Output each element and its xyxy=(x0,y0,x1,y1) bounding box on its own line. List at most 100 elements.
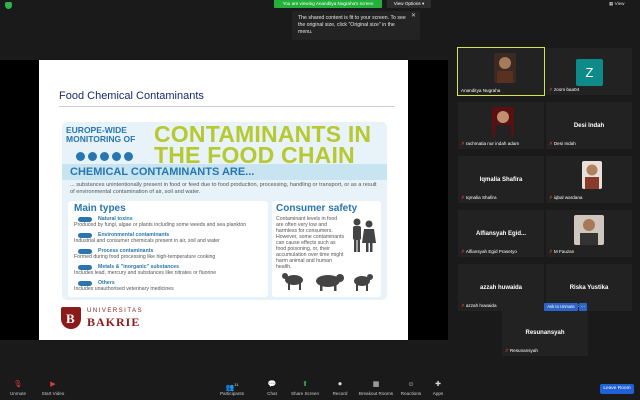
muted-mic-icon: ✗ xyxy=(549,141,553,146)
apps-label: Apps xyxy=(432,391,444,396)
main-types-panel: Main types Natural toxins Produced by fu… xyxy=(68,201,268,297)
unmute-button[interactable]: 🎙 Unmute xyxy=(4,376,32,400)
consumer-safety-panel: Consumer safety Contaminant levels in fo… xyxy=(272,201,381,297)
main-type-text: Produced by fungi, algae or plants inclu… xyxy=(74,221,247,228)
reactions-button[interactable]: ☺ Reactions xyxy=(398,376,424,400)
video-off-icon: ▶ xyxy=(50,381,56,388)
breakout-rooms-label: Breakout Rooms xyxy=(358,391,394,396)
participant-name: Ananditya Nugraha xyxy=(461,88,501,93)
chat-button[interactable]: 💬 Chat xyxy=(262,376,282,400)
participant-name: Alfiansyah Egid Prasetyo xyxy=(465,249,517,254)
record-label: Record xyxy=(332,391,348,396)
apps-icon: ✚ xyxy=(435,381,441,388)
encryption-shield-icon[interactable] xyxy=(5,2,12,9)
universitas-bakrie-logo: B UNIVERSITAS BAKRIE xyxy=(61,305,181,331)
participant-tile[interactable]: Alfiansyah Egid... ✗Alfiansyah Egid Pras… xyxy=(458,210,544,257)
main-type-text: Includes unauthorised veterinary medicin… xyxy=(74,285,174,292)
logo-bakrie: BAKRIE xyxy=(87,315,141,329)
contaminants-description: ... substances unintentionally present i… xyxy=(70,182,377,195)
reactions-icon: ☺ xyxy=(407,381,415,388)
participant-name-row: ✗Alfiansyah Egid Prasetyo xyxy=(461,249,517,255)
participant-name: Desi Indah xyxy=(553,141,576,146)
participant-tile[interactable]: ✗iqbal wardana xyxy=(546,156,632,203)
participant-photo xyxy=(492,107,514,137)
record-button[interactable]: ⏺ Record xyxy=(328,376,352,400)
participant-tile[interactable]: Ananditya Nugraha xyxy=(457,47,545,96)
participant-name: azzah huwaida xyxy=(465,303,497,308)
participant-name: Resunansyah xyxy=(509,348,538,353)
participant-tile[interactable]: azzah huwaida ✗azzah huwaida xyxy=(458,264,544,311)
top-bar: You are viewing Ananditya Nugraha's scre… xyxy=(0,0,640,10)
chat-label: Chat xyxy=(267,391,277,396)
participant-tile[interactable]: Iqmalia Shafira ✗Iqmalia Shafira xyxy=(458,156,544,203)
title-divider xyxy=(59,106,395,107)
participant-name-row: ✗iqbal wardana xyxy=(549,195,582,201)
leave-room-button[interactable]: Leave Room xyxy=(600,384,634,394)
farm-animals-icon xyxy=(282,273,373,291)
medicine-icon xyxy=(78,281,92,286)
more-options-button[interactable]: ... xyxy=(579,303,587,311)
participant-name: iqbal wardana xyxy=(553,195,583,200)
start-video-button[interactable]: ▶ Start Video xyxy=(36,376,70,400)
participant-photo xyxy=(582,161,602,189)
muted-mic-icon: ✗ xyxy=(549,87,553,92)
participant-name: zoom baa04 xyxy=(553,87,580,92)
muted-mic-icon: 🎙 xyxy=(13,381,23,388)
infographic-title: CONTAMINANTS IN THE FOOD CHAIN xyxy=(154,123,371,168)
participant-tile[interactable]: Desi Indah ✗Desi Indah xyxy=(546,102,632,149)
participant-tile[interactable]: Resunansyah ✗Resunansyah xyxy=(502,309,588,356)
infographic-title-line2: THE FOOD CHAIN xyxy=(154,142,355,168)
cooking-pot-icon xyxy=(78,249,92,254)
logo-letter: B xyxy=(66,311,75,326)
main-type-text: Includes lead, mercury and substances li… xyxy=(74,269,217,276)
main-type-text: Industrial and consumer chemicals presen… xyxy=(74,237,220,244)
participants-button[interactable]: 👥11 Participants xyxy=(216,376,248,400)
breakout-rooms-icon: ▦ xyxy=(372,381,380,388)
close-icon[interactable]: ✕ xyxy=(411,13,416,20)
social-icon xyxy=(76,152,85,161)
participant-tile[interactable]: Z ✗zoom baa04 xyxy=(546,48,632,95)
participant-tile[interactable]: ✗rachmatia nur indah adam xyxy=(458,102,544,149)
unmute-label: Unmute xyxy=(9,391,27,396)
leaf-icon xyxy=(78,233,92,238)
consumer-safety-title: Consumer safety xyxy=(276,203,358,214)
shared-screen: Food Chemical Contaminants EUROPE-WIDE M… xyxy=(0,60,448,340)
social-icon xyxy=(88,152,97,161)
people-icon xyxy=(353,218,376,252)
muted-mic-icon: ✗ xyxy=(461,303,465,308)
share-screen-label: Share Screen xyxy=(290,391,320,396)
meeting-toolbar: 🎙 Unmute ▶ Start Video 👥11 Participants … xyxy=(0,376,640,400)
participant-name-row: ✗M Fauzan xyxy=(549,249,574,255)
view-options-button[interactable]: View Options ▾ xyxy=(387,0,431,8)
participant-name-row: ✗zoom baa04 xyxy=(549,87,579,93)
logo-shield-icon: B xyxy=(61,307,81,329)
participant-photo xyxy=(574,215,604,245)
main-type-item: Natural toxins Produced by fungi, algae … xyxy=(74,216,266,229)
participant-name-row: ✗rachmatia nur indah adam xyxy=(461,141,519,147)
tooltip-text: The shared content is fit to your screen… xyxy=(298,15,406,35)
logo-universitas: UNIVERSITAS xyxy=(87,308,144,314)
social-icon xyxy=(100,152,109,161)
europe-wide-label: EUROPE-WIDE MONITORING OF xyxy=(66,125,136,144)
muted-mic-icon: ✗ xyxy=(461,195,465,200)
participant-name-row: ✗Desi Indah xyxy=(549,141,576,147)
apps-button[interactable]: ✚ Apps xyxy=(428,376,448,400)
participants-label: Participants xyxy=(219,391,244,396)
record-icon: ⏺ xyxy=(338,381,342,388)
main-type-text: Formed during food processing like high-… xyxy=(74,253,216,260)
participant-name-row: ✗azzah huwaida xyxy=(461,303,497,309)
participant-name-row: ✗Iqmalia Shafira xyxy=(461,195,497,201)
avatar: Z xyxy=(576,59,603,86)
view-options-label: View Options xyxy=(393,1,421,6)
social-icon xyxy=(124,152,133,161)
share-screen-button[interactable]: ⬆ Share Screen xyxy=(288,376,322,400)
participant-tile[interactable]: ✗M Fauzan xyxy=(546,210,632,257)
main-type-item: Process contaminants Formed during food … xyxy=(74,248,266,261)
view-button[interactable]: ▦ View xyxy=(609,1,625,7)
participant-photo xyxy=(494,53,516,83)
main-type-item: Others Includes unauthorised veterinary … xyxy=(74,280,266,293)
breakout-rooms-button[interactable]: ▦ Breakout Rooms xyxy=(356,376,396,400)
muted-mic-icon: ✗ xyxy=(461,249,465,254)
ask-to-unmute-button[interactable]: Ask to Unmute xyxy=(544,303,578,311)
participant-name: rachmatia nur indah adam xyxy=(465,141,520,146)
